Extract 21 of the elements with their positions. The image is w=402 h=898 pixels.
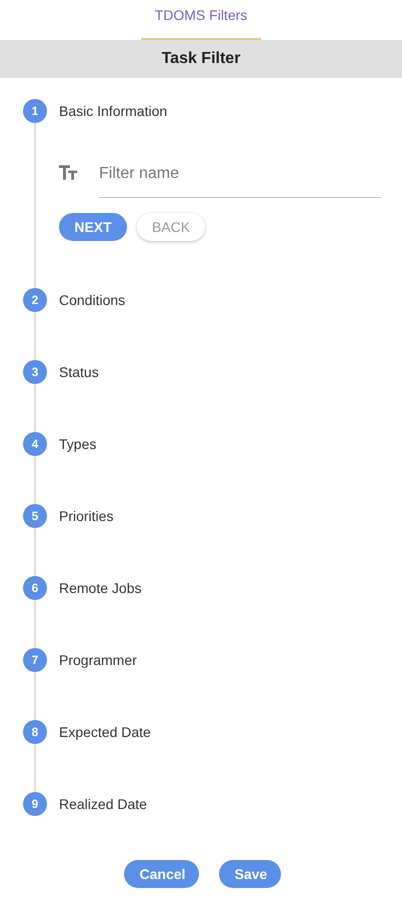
step-label[interactable]: Expected Date	[59, 724, 151, 740]
step-label[interactable]: Conditions	[59, 292, 126, 308]
header-title: Task Filter	[162, 50, 240, 68]
step-label[interactable]: Status	[59, 364, 99, 380]
step-label[interactable]: Priorities	[59, 508, 114, 524]
step-number: 6	[23, 576, 47, 600]
step-label[interactable]: Realized Date	[59, 796, 147, 812]
text-format-icon	[59, 165, 79, 180]
step-label[interactable]: Basic Information	[59, 103, 168, 119]
step-number: 7	[23, 648, 47, 672]
filter-name-field[interactable]: Filter name	[99, 150, 381, 198]
step-label[interactable]: Programmer	[59, 652, 137, 668]
step-number: 5	[23, 504, 47, 528]
step-label[interactable]: Types	[59, 436, 96, 452]
step-number: 2	[23, 288, 47, 312]
step-number: 1	[23, 99, 47, 123]
step-number: 4	[23, 432, 47, 456]
step-number: 8	[23, 720, 47, 744]
step-number: 9	[23, 792, 47, 816]
step-number: 3	[23, 360, 47, 384]
step-label[interactable]: Remote Jobs	[59, 580, 142, 596]
